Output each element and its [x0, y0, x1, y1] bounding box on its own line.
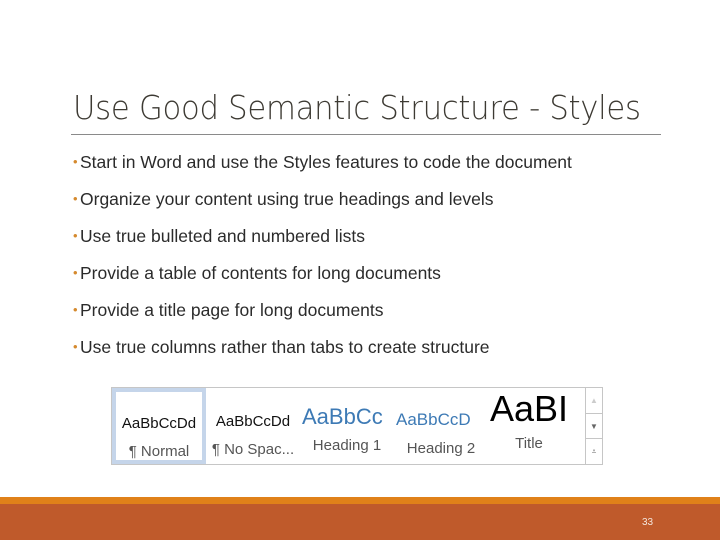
bullet-icon: • — [73, 154, 78, 169]
style-preview: AaBI — [490, 388, 569, 429]
style-label: ¶ No Spac... — [211, 441, 295, 458]
bullet-icon: • — [73, 228, 78, 243]
bullet-icon: • — [73, 339, 78, 354]
slide-title: Use Good Semantic Structure - Styles — [73, 88, 641, 127]
style-preview: AaBbCc — [302, 404, 383, 429]
bullet-text: Use true bulleted and numbered lists — [80, 226, 366, 246]
scroll-down-icon[interactable]: ▼ — [586, 414, 602, 440]
bullet-item: • Provide a table of contents for long do… — [73, 263, 572, 300]
bullet-text: Start in Word and use the Styles feature… — [80, 152, 572, 172]
scroll-up-icon[interactable]: ▲ — [586, 388, 602, 414]
title-divider — [71, 134, 661, 135]
bullet-text: Provide a table of contents for long doc… — [80, 263, 441, 283]
style-label: Heading 1 — [312, 437, 382, 454]
more-styles-icon[interactable]: ⩡ — [586, 439, 602, 464]
bullet-item: • Use true columns rather than tabs to cr… — [73, 337, 572, 374]
bullet-icon: • — [73, 302, 78, 317]
style-title[interactable]: AaBI Title — [488, 388, 570, 464]
bullet-text: Organize your content using true heading… — [80, 189, 494, 209]
style-preview: AaBbCcDd — [215, 413, 291, 430]
bullet-item: • Start in Word and use the Styles featur… — [73, 152, 572, 189]
bullet-icon: • — [73, 191, 78, 206]
bullet-text: Provide a title page for long documents — [80, 300, 384, 320]
page-number: 33 — [642, 517, 654, 528]
style-heading-2[interactable]: AaBbCcD Heading 2 — [394, 388, 488, 464]
style-heading-1[interactable]: AaBbCc Heading 1 — [300, 388, 394, 464]
bullet-list: • Start in Word and use the Styles featur… — [73, 152, 572, 374]
bullet-item: • Provide a title page for long documents — [73, 300, 572, 337]
style-normal[interactable]: AaBbCcDd ¶ Normal — [112, 388, 206, 464]
style-label: ¶ Normal — [128, 443, 190, 460]
bullet-text: Use true columns rather than tabs to cre… — [80, 337, 490, 357]
style-preview: AaBbCcDd — [121, 415, 197, 432]
footer-accent-stripe — [0, 497, 720, 504]
style-no-spacing[interactable]: AaBbCcDd ¶ No Spac... — [206, 388, 300, 464]
styles-gallery: AaBbCcDd ¶ Normal AaBbCcDd ¶ No Spac... … — [111, 387, 603, 465]
bullet-item: • Organize your content using true headin… — [73, 189, 572, 226]
style-preview: AaBbCcD — [396, 410, 471, 429]
gallery-scrollbar: ▲ ▼ ⩡ — [585, 388, 602, 464]
bullet-item: • Use true bulleted and numbered lists — [73, 226, 572, 263]
style-label: Heading 2 — [406, 440, 476, 457]
bullet-icon: • — [73, 265, 78, 280]
footer-band — [0, 504, 720, 540]
style-label: Title — [515, 435, 543, 452]
